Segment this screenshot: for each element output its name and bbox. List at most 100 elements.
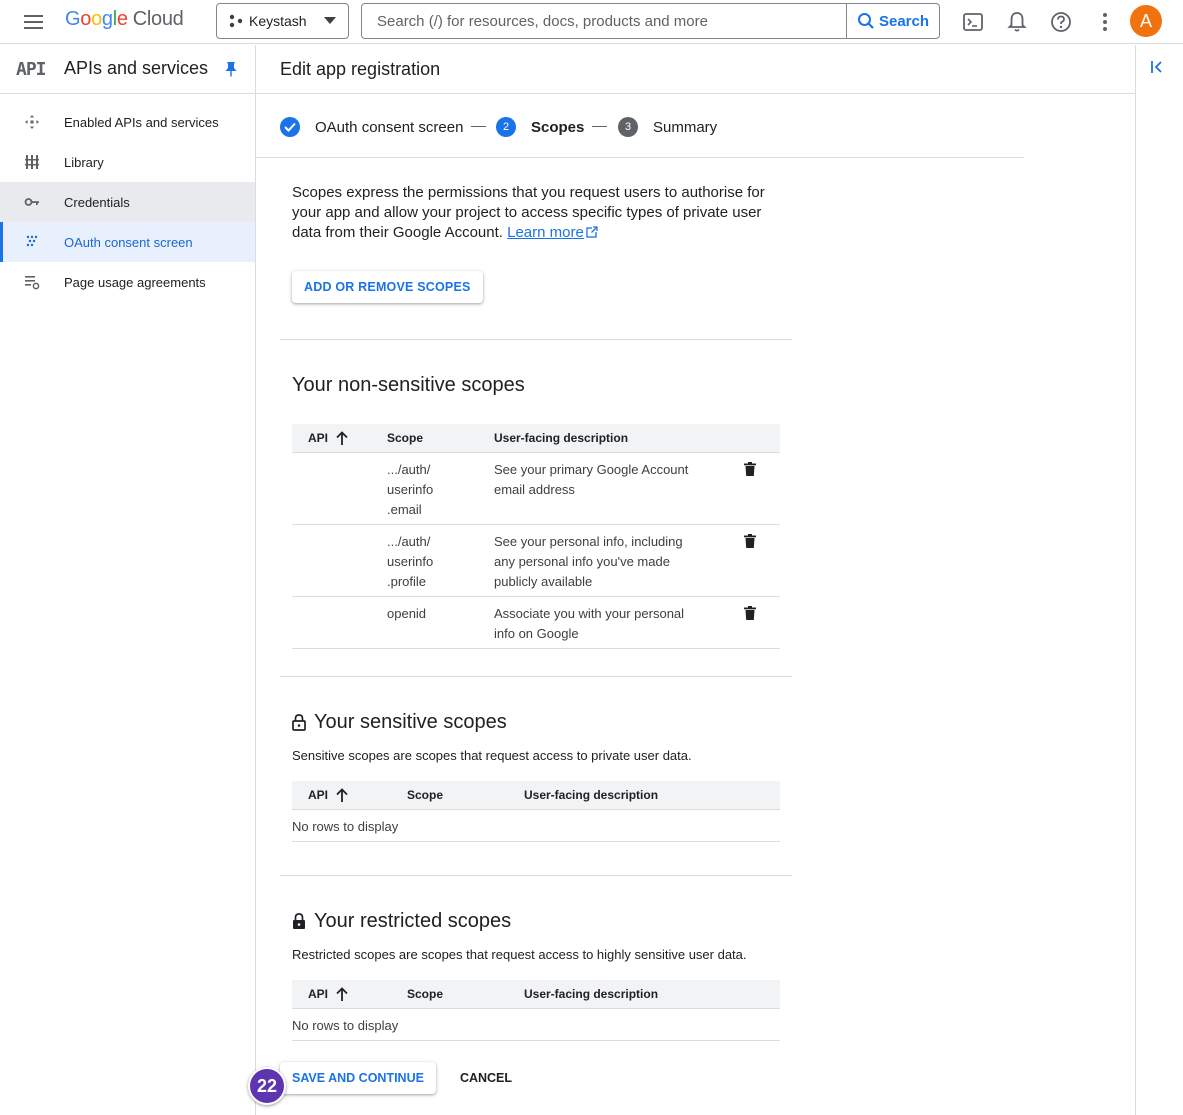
pin-icon[interactable] (224, 61, 238, 82)
step-separator (592, 126, 607, 127)
scope-line: .../auth/ (387, 533, 431, 549)
sidebar-item-library[interactable]: Library (0, 142, 255, 182)
table-empty-row: No rows to display (292, 809, 780, 842)
logo-letter: G (65, 8, 81, 30)
delete-icon[interactable] (744, 461, 756, 482)
account-avatar[interactable]: A (1130, 5, 1162, 37)
search-button[interactable]: Search (846, 4, 939, 38)
cancel-button[interactable]: CANCEL (448, 1062, 524, 1094)
sensitive-scopes-table: API Scope User-facing description No row… (292, 781, 780, 842)
api-cell (292, 596, 387, 649)
save-and-continue-button[interactable]: SAVE AND CONTINUE (280, 1062, 436, 1094)
sidebar-item-label: Credentials (64, 194, 130, 210)
empty-message: No rows to display (292, 809, 780, 842)
column-header-description: User-facing description (494, 424, 744, 453)
api-logo-icon: API (16, 59, 46, 80)
column-header-actions (744, 424, 780, 453)
project-picker[interactable]: Keystash (216, 3, 349, 39)
column-header-scope: Scope (407, 980, 524, 1009)
page-header: Edit app registration (256, 45, 1135, 94)
enabled-apis-icon (25, 115, 39, 129)
column-header-api[interactable]: API (292, 980, 407, 1009)
delete-icon[interactable] (744, 533, 756, 554)
column-header-scope: Scope (407, 781, 524, 810)
project-hierarchy-icon (229, 14, 243, 28)
column-header-api[interactable]: API (292, 781, 407, 810)
sidebar-item-label: Library (64, 154, 104, 170)
sidebar: API APIs and services Enabled APIs and s… (0, 45, 256, 1115)
search-input[interactable] (362, 4, 846, 38)
sidebar-item-credentials[interactable]: Credentials (0, 182, 255, 222)
learn-more-label: Learn more (507, 224, 584, 241)
step-oauth-consent[interactable]: OAuth consent screen (280, 117, 463, 137)
search-icon (857, 13, 874, 29)
agreements-icon (25, 276, 40, 290)
sidebar-item-page-usage-agreements[interactable]: Page usage agreements (0, 262, 255, 302)
sidebar-item-label: Enabled APIs and services (64, 114, 219, 130)
scope-line: .../auth/ (387, 461, 431, 477)
scope-cell: openid (387, 596, 494, 649)
description-cell: See your primary Google Account email ad… (494, 452, 744, 525)
arrow-up-icon (336, 787, 348, 802)
help-icon[interactable] (1048, 9, 1074, 35)
logo-letter: e (116, 8, 128, 30)
logo-letter: o (80, 8, 92, 30)
api-cell (292, 524, 387, 597)
scope-cell: .../auth/userinfo .profile (387, 524, 494, 597)
search-button-label: Search (878, 12, 930, 30)
google-wordmark: Google (65, 8, 128, 30)
sidebar-item-label: OAuth consent screen (64, 234, 193, 250)
expand-panel-icon[interactable] (1149, 59, 1165, 80)
google-cloud-logo[interactable]: Google Cloud (65, 8, 184, 31)
scopes-intro: Scopes express the permissions that you … (292, 183, 782, 243)
description-cell: Associate you with your personal info on… (494, 596, 744, 649)
non-sensitive-scopes-title: Your non-sensitive scopes (292, 374, 525, 396)
scope-line: userinfo (387, 481, 434, 497)
sidebar-item-enabled-apis[interactable]: Enabled APIs and services (0, 102, 255, 142)
table-empty-row: No rows to display (292, 1008, 780, 1041)
form-actions: SAVE AND CONTINUE CANCEL (280, 1062, 524, 1094)
check-circle-icon (280, 117, 300, 137)
step-number: 3 (618, 117, 638, 137)
column-header-scope: Scope (387, 424, 494, 453)
description-cell: See your personal info, including any pe… (494, 524, 744, 597)
restricted-scopes-description: Restricted scopes are scopes that reques… (292, 947, 747, 962)
sidebar-nav: Enabled APIs and services Library Creden… (0, 94, 255, 302)
divider (280, 339, 792, 340)
key-icon (24, 198, 39, 206)
project-name: Keystash (249, 13, 307, 29)
table-header-row: API Scope User-facing description (292, 980, 780, 1009)
top-bar: GoogleCloud Keystash Search A (0, 0, 1183, 44)
column-header-description: User-facing description (524, 781, 780, 810)
search-bar: Search (361, 3, 940, 39)
table-row: .../auth/userinfo .profile See your perso… (292, 524, 780, 597)
library-icon (25, 155, 39, 169)
right-panel-strip (1135, 45, 1183, 1115)
sidebar-item-oauth-consent[interactable]: OAuth consent screen (0, 222, 255, 262)
main-menu-icon[interactable] (20, 10, 48, 34)
step-label: Scopes (531, 118, 585, 136)
chevron-down-icon (324, 17, 336, 24)
restricted-scopes-title: Your restricted scopes (292, 910, 511, 933)
step-label: Summary (653, 118, 718, 136)
column-header-description: User-facing description (524, 980, 780, 1009)
sensitive-scopes-title: Your sensitive scopes (292, 711, 507, 734)
sidebar-title: APIs and services (64, 58, 209, 78)
stepper: OAuth consent screen 2 Scopes 3 Summary (256, 94, 1024, 158)
non-sensitive-scopes-table: API Scope User-facing description .../au… (292, 424, 780, 649)
arrow-up-icon (336, 430, 348, 445)
cloud-shell-icon[interactable] (960, 9, 986, 35)
table-header-row: API Scope User-facing description (292, 781, 780, 810)
notifications-bell-icon[interactable] (1004, 9, 1030, 35)
column-label: API (308, 986, 329, 1001)
more-vert-icon[interactable] (1092, 9, 1118, 35)
step-number: 2 (496, 117, 516, 137)
actions-cell (744, 452, 780, 525)
scope-line: .email (387, 501, 422, 517)
table-row: openid Associate you with your personal … (292, 596, 780, 649)
section-title-text: Your sensitive scopes (314, 711, 507, 733)
learn-more-link[interactable]: Learn more (507, 224, 584, 241)
add-remove-scopes-button[interactable]: ADD OR REMOVE SCOPES (292, 271, 483, 303)
delete-icon[interactable] (744, 605, 756, 626)
column-header-api[interactable]: API (292, 424, 387, 453)
